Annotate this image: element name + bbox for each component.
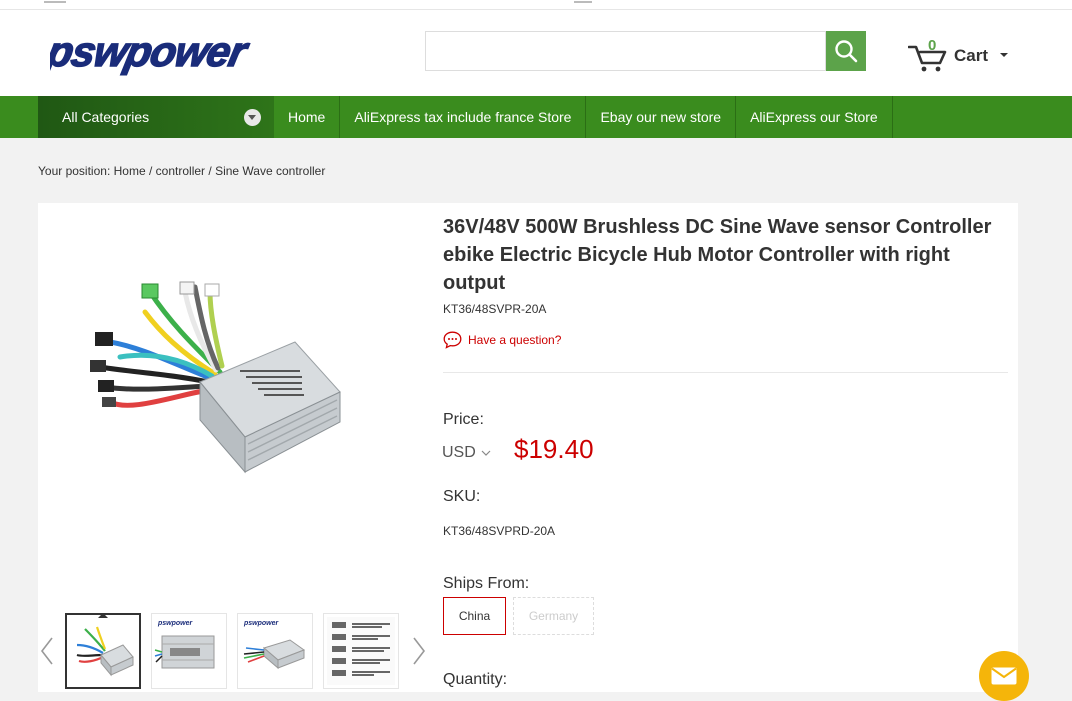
product-model: KT36/48SVPR-20A xyxy=(443,302,547,316)
ask-question-link[interactable]: Have a question? xyxy=(443,331,561,349)
currency-selector[interactable]: USD xyxy=(442,444,491,462)
cart-label: Cart xyxy=(954,46,989,65)
ships-from-option-germany[interactable]: Germany xyxy=(513,597,594,635)
product-title: 36V/48V 500W Brushless DC Sine Wave sens… xyxy=(443,216,992,294)
ships-from-label: Ships From: xyxy=(443,575,530,592)
search-button[interactable] xyxy=(826,31,866,71)
chevron-down-icon xyxy=(481,450,491,456)
svg-text:pswpower: pswpower xyxy=(243,620,280,627)
chevron-right-icon xyxy=(413,637,426,665)
all-categories-menu[interactable]: All Categories xyxy=(38,96,274,138)
breadcrumb-controller[interactable]: controller xyxy=(156,164,205,178)
nav-links: Home AliExpress tax include france Store… xyxy=(274,96,893,138)
product-main-image[interactable] xyxy=(50,262,350,477)
chat-bubble-icon xyxy=(443,331,462,349)
product-price: $19.40 xyxy=(514,434,594,464)
sku-label: SKU: xyxy=(443,488,481,505)
main-navigation: All Categories Home AliExpress tax inclu… xyxy=(0,96,1072,138)
gallery-thumbnail[interactable]: pswpower xyxy=(151,613,227,689)
contact-mail-button[interactable] xyxy=(979,651,1029,701)
gallery-next-button[interactable] xyxy=(412,636,426,671)
ask-question-label: Have a question? xyxy=(468,333,562,347)
top-utility-strip xyxy=(0,0,1072,10)
chevron-left-icon xyxy=(40,637,53,665)
site-header: pswpower 0 Cart xyxy=(0,10,1072,96)
price-label: Price: xyxy=(443,411,484,428)
svg-text:pswpower: pswpower xyxy=(157,620,194,627)
utility-icon[interactable] xyxy=(44,0,66,3)
ships-from-option-china[interactable]: China xyxy=(443,597,506,635)
nav-item-home[interactable]: Home xyxy=(274,96,341,138)
breadcrumb-separator: / xyxy=(208,164,212,178)
gallery-prev-button[interactable] xyxy=(40,636,54,671)
site-logo[interactable]: pswpower xyxy=(41,28,326,81)
breadcrumb-prefix: Your position: xyxy=(38,164,111,178)
nav-item-aliexpress[interactable]: AliExpress our Store xyxy=(736,96,893,138)
caret-down-icon xyxy=(1000,53,1008,57)
svg-text:pswpower: pswpower xyxy=(50,32,254,75)
cart-widget[interactable]: 0 Cart xyxy=(908,36,1018,72)
gallery-thumbnail[interactable]: pswpower xyxy=(237,613,313,689)
quantity-label: Quantity: xyxy=(443,671,508,688)
currency-value: USD xyxy=(442,444,476,461)
breadcrumb: Your position: Home / controller / Sine … xyxy=(38,164,325,178)
divider xyxy=(443,372,1008,373)
utility-icon[interactable] xyxy=(574,0,592,3)
gallery-thumbnail[interactable] xyxy=(323,613,399,689)
all-categories-label: All Categories xyxy=(62,109,150,125)
envelope-icon xyxy=(991,667,1017,685)
breadcrumb-separator: / xyxy=(148,164,153,178)
search-icon xyxy=(835,40,858,63)
gallery-thumbnail[interactable] xyxy=(65,613,141,689)
cart-count: 0 xyxy=(928,37,937,54)
nav-item-ebay[interactable]: Ebay our new store xyxy=(586,96,737,138)
breadcrumb-current[interactable]: Sine Wave controller xyxy=(215,164,325,178)
sku-value: KT36/48SVPRD-20A xyxy=(443,524,556,538)
nav-item-aliexpress-france[interactable]: AliExpress tax include france Store xyxy=(340,96,587,138)
search-input[interactable] xyxy=(425,31,826,71)
chevron-down-icon xyxy=(244,109,261,126)
breadcrumb-home[interactable]: Home xyxy=(114,164,146,178)
